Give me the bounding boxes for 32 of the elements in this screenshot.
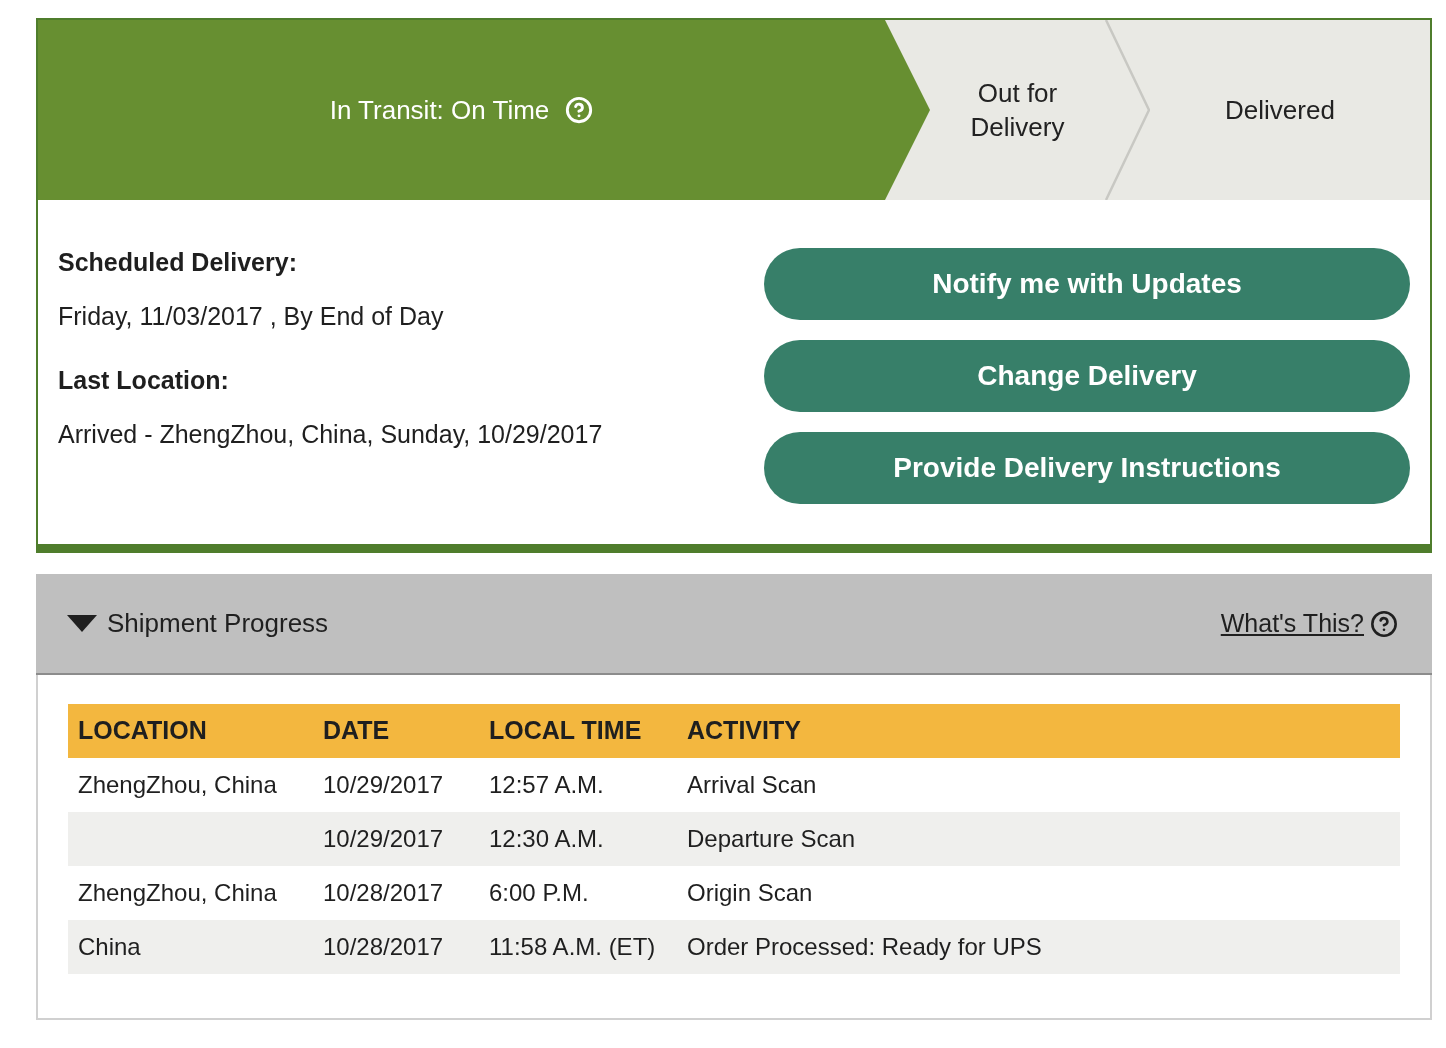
table-cell-text: Order Processed: Ready for UPS (687, 932, 1042, 962)
table-cell-text: 12:57 A.M. (489, 770, 604, 800)
table-cell-text: Departure Scan (687, 824, 856, 854)
step-label: In Transit: On Time (329, 94, 550, 127)
action-button[interactable]: Provide Delivery Instructions (764, 432, 1410, 504)
table-cell-text: Origin Scan (687, 878, 813, 908)
table-cell-text: 11:58 A.M. (ET) (489, 932, 656, 962)
detail-label: Last Location: (58, 366, 229, 394)
column-header: DATE (323, 715, 390, 747)
step-label: Delivered (1225, 94, 1335, 127)
detail-value: Arrived - ZhengZhou, China, Sunday, 10/29/2017 (58, 420, 603, 448)
table-cell-text: China (78, 932, 141, 962)
detail-label: Scheduled Delivery: (58, 248, 297, 276)
column-header: LOCATION (78, 715, 207, 747)
shipment-progress-toggle[interactable]: Shipment Progress (67, 604, 329, 643)
table-cell-text: ZhengZhou, China (78, 770, 277, 800)
table-cell-text: Arrival Scan (687, 770, 817, 800)
table-cell-text: ZhengZhou, China (78, 878, 277, 908)
column-header: LOCAL TIME (489, 715, 642, 747)
table-cell-text: 10/28/2017 (323, 878, 444, 908)
action-button[interactable]: Notify me with Updates (764, 248, 1410, 320)
detail-value: Friday, 11/03/2017 , By End of Day (58, 302, 444, 330)
whats-this-link[interactable]: What's This? (1220, 604, 1364, 643)
table-cell-text: 10/29/2017 (323, 770, 444, 800)
column-header: ACTIVITY (687, 715, 801, 747)
step-label: Out for Delivery (969, 77, 1066, 144)
table-cell-text: 10/28/2017 (323, 932, 444, 962)
table-cell-text: 10/29/2017 (323, 824, 444, 854)
table-cell-text: 12:30 A.M. (489, 824, 604, 854)
table-cell-text: 6:00 P.M. (489, 878, 589, 908)
action-button[interactable]: Change Delivery (764, 340, 1410, 412)
help-icon[interactable] (1370, 609, 1398, 638)
